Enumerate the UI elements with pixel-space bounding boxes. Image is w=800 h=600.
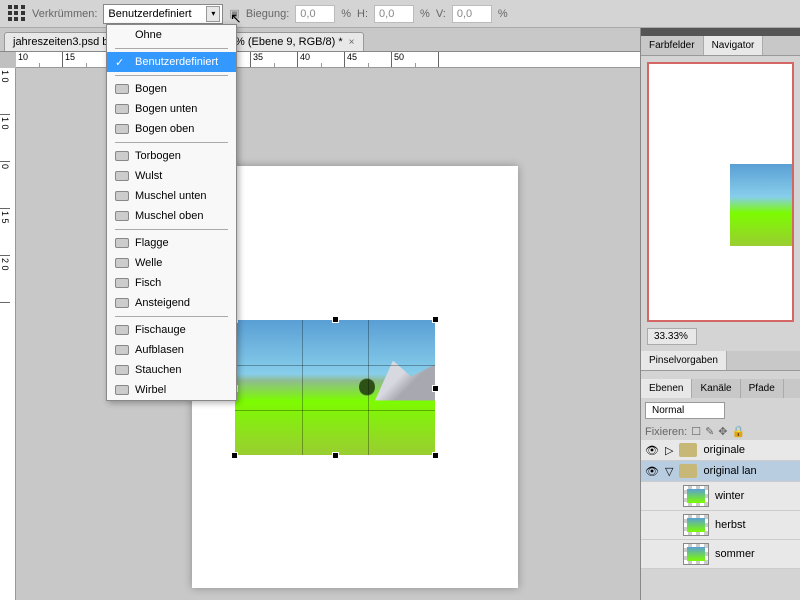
workspace: 101520253035404550 1 01 001 52 0 — [0, 52, 640, 600]
layer-thumb — [683, 514, 709, 536]
layers-panel: Ebenen Kanäle Pfade Normal Fixieren: ☐ ✎… — [641, 379, 800, 569]
layer-row[interactable]: 👁 ▷ originale — [641, 440, 800, 461]
tree-graphic — [359, 377, 375, 397]
menu-item-warp[interactable]: Bogen — [107, 79, 236, 99]
tab-navigator[interactable]: Navigator — [704, 36, 764, 55]
menu-item-warp[interactable]: Muschel oben — [107, 206, 236, 226]
tab-channels[interactable]: Kanäle — [692, 379, 740, 398]
menu-item-none[interactable]: Ohne — [107, 25, 236, 45]
menu-item-warp[interactable]: Muschel unten — [107, 186, 236, 206]
lock-move-icon[interactable]: ✥ — [718, 425, 727, 438]
menu-item-warp[interactable]: Bogen oben — [107, 119, 236, 139]
warp-shape-icon — [115, 298, 129, 308]
warp-transform-box[interactable] — [235, 320, 435, 455]
layer-row[interactable]: sommer — [641, 540, 800, 569]
tab-layers[interactable]: Ebenen — [641, 379, 692, 398]
warp-shape-icon — [115, 171, 129, 181]
visibility-icon[interactable]: 👁 — [645, 464, 659, 478]
handle-bot-left[interactable] — [231, 452, 238, 459]
tab-brush-presets[interactable]: Pinselvorgaben — [641, 351, 727, 370]
warp-shape-icon — [115, 211, 129, 221]
v-input[interactable]: 0,0 — [452, 5, 492, 23]
layer-name: winter — [715, 490, 744, 502]
bend-input[interactable]: 0,0 — [295, 5, 335, 23]
layer-name: originale — [703, 444, 745, 456]
warp-shape-icon — [115, 191, 129, 201]
folder-icon — [679, 443, 697, 457]
v-label: V: — [436, 8, 446, 20]
warp-shape-icon — [115, 104, 129, 114]
ruler-vertical[interactable]: 1 01 001 52 0 — [0, 68, 16, 600]
layers-panel-tabs: Ebenen Kanäle Pfade — [641, 379, 800, 398]
orientation-icon[interactable]: ▣ — [229, 7, 239, 20]
blend-mode-select[interactable]: Normal — [645, 402, 725, 419]
bend-label: Biegung: — [246, 8, 289, 20]
layer-row[interactable]: herbst — [641, 511, 800, 540]
close-icon[interactable]: × — [349, 37, 355, 48]
layer-thumb — [683, 485, 709, 507]
layer-name: herbst — [715, 519, 746, 531]
handle-mid-right[interactable] — [432, 385, 439, 392]
warp-shape-icon — [115, 151, 129, 161]
warp-style-dropdown[interactable]: Benutzerdefiniert ▾ — [103, 4, 223, 24]
warp-shape-icon — [115, 365, 129, 375]
warp-shape-icon — [115, 84, 129, 94]
h-input[interactable]: 0,0 — [374, 5, 414, 23]
warp-shape-icon — [115, 385, 129, 395]
layer-image — [235, 320, 435, 455]
layer-thumb — [683, 543, 709, 565]
mountain-graphic — [375, 361, 435, 401]
layer-name: sommer — [715, 548, 755, 560]
warp-shape-icon — [115, 238, 129, 248]
handle-top-right[interactable] — [432, 316, 439, 323]
disclosure-icon[interactable]: ▷ — [665, 444, 673, 457]
navigator-thumb — [730, 164, 792, 246]
menu-item-warp[interactable]: Wirbel — [107, 380, 236, 400]
menu-item-warp[interactable]: Ansteigend — [107, 293, 236, 313]
warp-shape-icon — [115, 124, 129, 134]
menu-item-warp[interactable]: Bogen unten — [107, 99, 236, 119]
tab-swatches[interactable]: Farbfelder — [641, 36, 704, 55]
handle-bot-mid[interactable] — [332, 452, 339, 459]
chevron-down-icon[interactable]: ▾ — [206, 6, 220, 22]
warp-style-menu: Ohne Benutzerdefiniert BogenBogen untenB… — [106, 24, 237, 401]
warp-shape-icon — [115, 278, 129, 288]
warp-shape-icon — [115, 258, 129, 268]
layer-name: original lan — [703, 465, 756, 477]
menu-item-warp[interactable]: Stauchen — [107, 360, 236, 380]
layer-row[interactable]: winter — [641, 482, 800, 511]
navigator-panel-tabs: Farbfelder Navigator — [641, 36, 800, 56]
lock-brush-icon[interactable]: ✎ — [705, 425, 714, 438]
visibility-icon[interactable]: 👁 — [645, 443, 659, 457]
folder-icon — [679, 464, 697, 478]
brush-panel-tabs: Pinselvorgaben — [641, 351, 800, 371]
warp-label: Verkrümmen: — [32, 8, 97, 20]
warp-value: Benutzerdefiniert — [108, 8, 191, 20]
menu-item-warp[interactable]: Welle — [107, 253, 236, 273]
lock-all-icon[interactable]: 🔒 — [732, 425, 746, 438]
menu-item-warp[interactable]: Fisch — [107, 273, 236, 293]
menu-item-warp[interactable]: Fischauge — [107, 320, 236, 340]
menu-item-warp[interactable]: Wulst — [107, 166, 236, 186]
handle-bot-right[interactable] — [432, 452, 439, 459]
zoom-value[interactable]: 33.33% — [647, 328, 697, 345]
grid-icon[interactable] — [8, 5, 26, 23]
right-panel-group: Farbfelder Navigator 33.33% Pinselvorgab… — [640, 28, 800, 600]
warp-shape-icon — [115, 345, 129, 355]
lock-transparent-icon[interactable]: ☐ — [691, 425, 701, 438]
menu-item-warp[interactable]: Torbogen — [107, 146, 236, 166]
warp-shape-icon — [115, 325, 129, 335]
handle-top-mid[interactable] — [332, 316, 339, 323]
menu-item-custom[interactable]: Benutzerdefiniert — [107, 52, 236, 72]
menu-item-warp[interactable]: Aufblasen — [107, 340, 236, 360]
disclosure-icon[interactable]: ▽ — [665, 465, 673, 478]
lock-row: Fixieren: ☐ ✎ ✥ 🔒 — [641, 423, 800, 440]
menu-item-warp[interactable]: Flagge — [107, 233, 236, 253]
navigator-preview[interactable] — [647, 62, 794, 322]
h-label: H: — [357, 8, 368, 20]
tab-paths[interactable]: Pfade — [741, 379, 784, 398]
layer-row[interactable]: 👁 ▽ original lan — [641, 461, 800, 482]
